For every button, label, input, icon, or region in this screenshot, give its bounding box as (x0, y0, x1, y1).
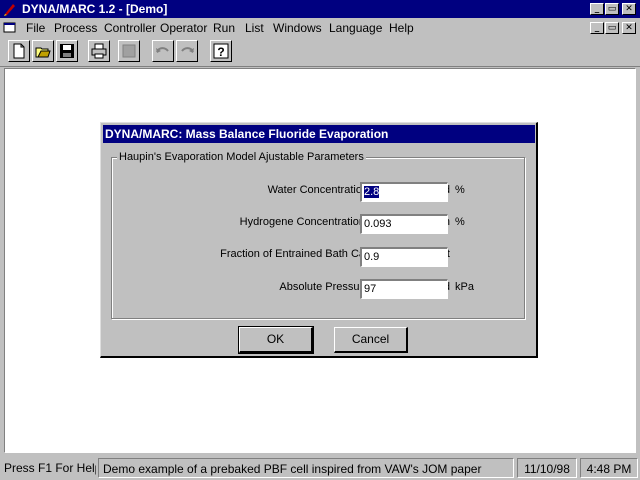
minimize-button[interactable]: _ (590, 3, 604, 15)
menu-windows[interactable]: Windows (273, 21, 322, 35)
menu-file[interactable]: File (26, 21, 45, 35)
save-button[interactable] (56, 40, 78, 62)
undo-button[interactable] (152, 40, 174, 62)
cancel-label: Cancel (351, 332, 390, 346)
mass-balance-dialog: DYNA/MARC: Mass Balance Fluoride Evapora… (100, 122, 538, 358)
save-icon (60, 44, 74, 58)
child-close-button[interactable]: ✕ (622, 22, 636, 34)
absolute-pressure-unit: kPa (455, 281, 474, 293)
status-date: 11/10/98 (517, 458, 577, 478)
close-icon: ✕ (625, 23, 633, 33)
new-button[interactable] (8, 40, 30, 62)
absolute-pressure-input[interactable]: 97 (360, 279, 448, 299)
menu-run[interactable]: Run (213, 21, 235, 35)
menu-help[interactable]: Help (389, 21, 414, 35)
menu-operator[interactable]: Operator (160, 21, 207, 35)
menu-bar: File Process Controller Operator Run Lis… (0, 19, 640, 37)
child-minimize-button[interactable]: _ (590, 22, 604, 34)
group-label: Haupin's Evaporation Model Ajustable Par… (117, 151, 366, 163)
app-icon (4, 4, 15, 16)
restore-icon: ▭ (607, 23, 617, 33)
context-help-button[interactable]: ? (210, 40, 232, 62)
svg-text:?: ? (217, 45, 224, 59)
parameters-group (111, 157, 525, 319)
undo-icon (156, 47, 169, 53)
print-button[interactable] (88, 40, 110, 62)
restore-icon: ▭ (607, 4, 617, 14)
status-help: Press F1 For Help (4, 461, 96, 475)
open-icon (35, 47, 51, 58)
hydrogene-concentration-unit: % (455, 216, 465, 228)
new-icon (13, 43, 25, 59)
menu-list[interactable]: List (245, 21, 264, 35)
menu-language[interactable]: Language (329, 21, 382, 35)
water-concentration-input[interactable]: 2.8 (360, 182, 448, 202)
dialog-title: DYNA/MARC: Mass Balance Fluoride Evapora… (105, 127, 389, 141)
entrained-bath-value: 0.9 (364, 251, 380, 263)
window-title: DYNA/MARC 1.2 - [Demo] (22, 2, 168, 16)
status-time: 4:48 PM (580, 458, 638, 478)
hydrogene-concentration-input[interactable]: 0.093 (360, 214, 448, 234)
water-concentration-unit: % (455, 184, 465, 196)
redo-button[interactable] (176, 40, 198, 62)
menu-process[interactable]: Process (54, 21, 97, 35)
blank-button[interactable] (118, 40, 140, 62)
help-icon: ? (213, 43, 229, 59)
close-button[interactable]: ✕ (622, 3, 636, 15)
hydrogene-concentration-value: 0.093 (364, 218, 392, 230)
blank-icon (122, 44, 136, 58)
open-button[interactable] (32, 40, 54, 62)
absolute-pressure-value: 97 (364, 283, 377, 295)
entrained-bath-input[interactable]: 0.9 (360, 247, 448, 267)
title-bar[interactable]: DYNA/MARC 1.2 - [Demo] _ ▭ ✕ (0, 0, 640, 18)
ok-label: OK (266, 332, 285, 346)
redo-icon (181, 47, 194, 53)
status-bar: Press F1 For Help Demo example of a preb… (0, 456, 640, 480)
cancel-button[interactable]: Cancel (334, 327, 408, 353)
dialog-title-bar[interactable]: DYNA/MARC: Mass Balance Fluoride Evapora… (103, 125, 535, 143)
child-restore-button[interactable]: ▭ (605, 22, 619, 34)
minimize-icon: _ (594, 23, 600, 33)
status-message: Demo example of a prebaked PBF cell insp… (98, 458, 514, 478)
document-icon[interactable] (3, 22, 17, 34)
ok-button[interactable]: OK (238, 326, 314, 354)
toolbar: ? (0, 38, 640, 67)
water-concentration-value: 2.8 (364, 186, 380, 198)
minimize-icon: _ (594, 4, 600, 14)
print-icon (91, 43, 107, 59)
close-icon: ✕ (625, 4, 633, 14)
restore-button[interactable]: ▭ (605, 3, 619, 15)
menu-controller[interactable]: Controller (104, 21, 156, 35)
